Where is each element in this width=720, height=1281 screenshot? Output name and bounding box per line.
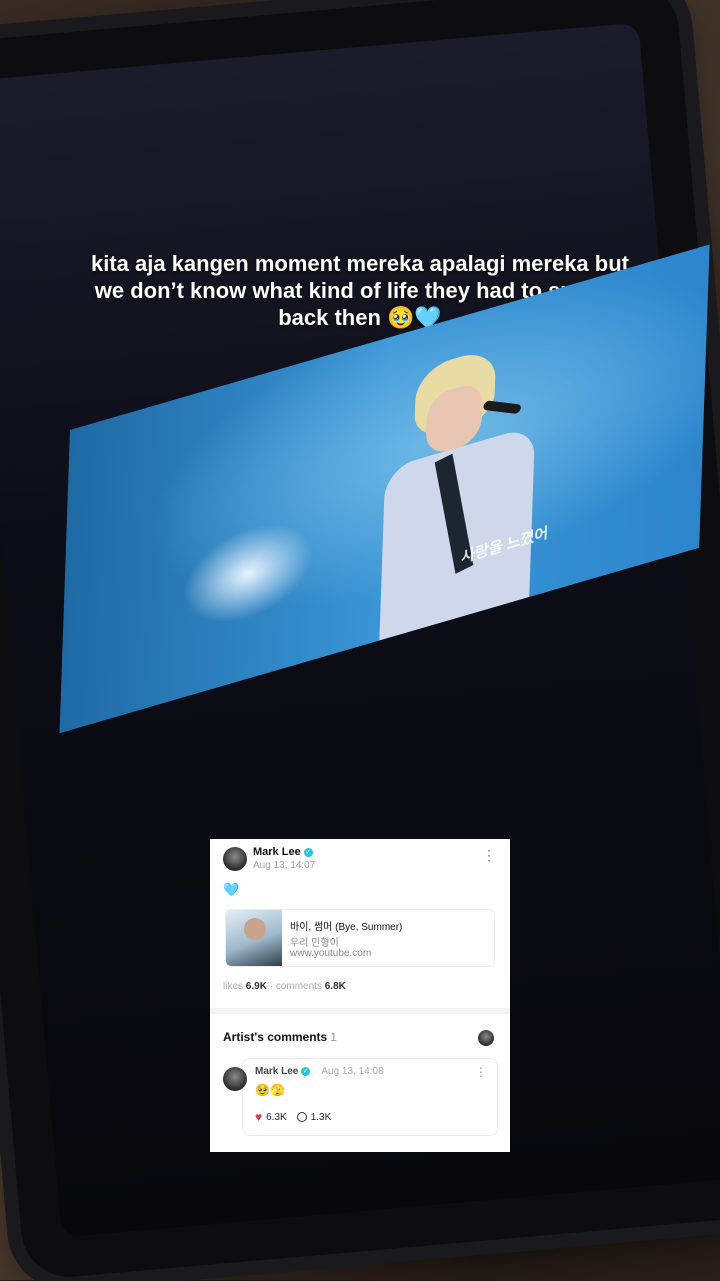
avatar[interactable] xyxy=(223,847,247,871)
verified-icon: ✓ xyxy=(303,847,313,857)
more-options-icon[interactable]: ⋮ xyxy=(482,848,496,862)
stage-light xyxy=(181,509,315,638)
artist-avatar[interactable] xyxy=(478,1030,494,1046)
link-url: www.youtube.com xyxy=(290,948,372,959)
likes-count: 6.9K xyxy=(245,981,267,992)
artist-comments-count: 1 xyxy=(330,1030,337,1044)
author-name[interactable]: Mark Lee xyxy=(253,846,301,858)
post-screenshot-card: Mark Lee ✓ Aug 13, 14:07 ⋮ 🩵 바이, 썸머 (Bye… xyxy=(210,839,510,1152)
verified-icon: ✓ xyxy=(301,1067,311,1076)
reply-icon[interactable] xyxy=(296,1112,307,1122)
comment-reactions: ♥ 6.3K 1.3K xyxy=(255,1110,331,1124)
comment-date: Aug 13, 14:08 xyxy=(321,1066,384,1077)
comment-replies-count: 1.3K xyxy=(310,1111,332,1123)
comment-author[interactable]: Mark Lee xyxy=(255,1066,298,1077)
microphone-icon xyxy=(482,400,523,415)
comment-avatar[interactable] xyxy=(223,1067,247,1091)
link-preview[interactable]: 바이, 썸머 (Bye, Summer) 우리 민형이 www.youtube.… xyxy=(225,909,495,967)
divider xyxy=(210,1008,510,1014)
comment-more-icon[interactable]: ⋮ xyxy=(475,1065,487,1079)
link-thumbnail xyxy=(226,910,282,966)
heart-icon[interactable]: ♥ xyxy=(255,1110,262,1124)
comment-likes-count: 6.3K xyxy=(266,1111,287,1123)
post-stats: likes 6.9K · comments 6.8K xyxy=(223,981,346,992)
comments-count: 6.8K xyxy=(324,981,346,992)
performer-image xyxy=(379,331,548,641)
comment-text: 🥹🫣 xyxy=(255,1083,285,1097)
link-title: 바이, 썸머 (Bye, Summer) xyxy=(290,922,403,933)
artist-comments-title: Artist's comments 1 xyxy=(223,1030,337,1044)
post-body-emoji: 🩵 xyxy=(223,882,240,897)
post-date: Aug 13, 14:07 xyxy=(253,860,316,871)
artist-comment: Mark Lee ✓ Aug 13, 14:08 ⋮ 🥹🫣 ♥ 6.3K 1.3… xyxy=(223,1058,498,1136)
post-header: Mark Lee ✓ Aug 13, 14:07 ⋮ xyxy=(223,846,500,877)
link-subtitle: 우리 민형이 xyxy=(290,938,339,949)
